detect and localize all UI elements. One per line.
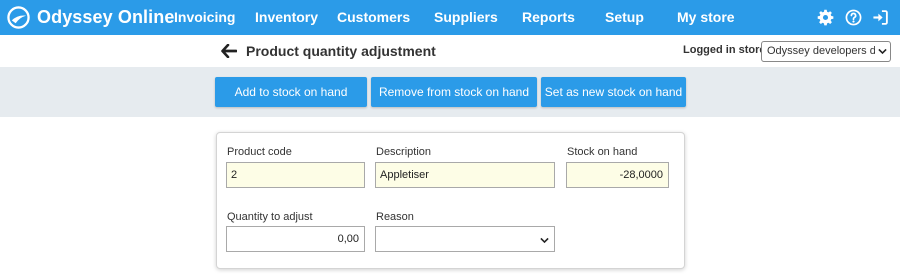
back-arrow-icon[interactable] [221, 44, 237, 58]
help-icon[interactable] [845, 9, 862, 26]
chevron-down-icon [878, 48, 887, 55]
nav-inventory[interactable]: Inventory [255, 9, 318, 25]
action-band: Add to stock on hand Remove from stock o… [0, 67, 900, 117]
remove-from-stock-button[interactable]: Remove from stock on hand [371, 77, 537, 107]
description-label: Description [376, 146, 432, 158]
chevron-down-icon [540, 237, 549, 244]
nav-suppliers[interactable]: Suppliers [434, 9, 498, 25]
store-select[interactable]: Odyssey developers demo [761, 41, 891, 62]
nav-my-store[interactable]: My store [677, 9, 735, 25]
brand[interactable]: Odyssey Online [7, 6, 174, 29]
logged-in-store-label: Logged in store [683, 44, 766, 56]
reason-select[interactable] [375, 226, 555, 252]
stock-on-hand-field[interactable]: -28,0000 [566, 162, 669, 188]
nav-invoicing[interactable]: Invoicing [174, 9, 235, 25]
reason-label: Reason [376, 211, 414, 223]
sign-in-icon[interactable] [872, 9, 889, 26]
page-title: Product quantity adjustment [246, 43, 436, 59]
quantity-to-adjust-label: Quantity to adjust [227, 211, 313, 223]
store-select-value: Odyssey developers demo [767, 45, 875, 57]
product-code-label: Product code [227, 146, 292, 158]
adjustment-form-card: Product code 2 Description Appletiser St… [216, 132, 685, 269]
title-bar: Product quantity adjustment Logged in st… [0, 35, 900, 67]
stock-on-hand-label: Stock on hand [567, 146, 638, 158]
nav-reports[interactable]: Reports [522, 9, 575, 25]
gear-icon[interactable] [817, 9, 834, 26]
add-to-stock-button[interactable]: Add to stock on hand [215, 77, 367, 107]
top-nav-bar: Odyssey Online Invoicing Inventory Custo… [0, 0, 900, 35]
quantity-to-adjust-field[interactable]: 0,00 [226, 226, 365, 252]
nav-customers[interactable]: Customers [337, 9, 410, 25]
description-field[interactable]: Appletiser [375, 162, 555, 188]
nav-setup[interactable]: Setup [605, 9, 644, 25]
app-name: Odyssey Online [37, 7, 175, 27]
set-new-stock-button[interactable]: Set as new stock on hand [541, 77, 686, 107]
odyssey-logo-icon [7, 6, 30, 29]
product-code-field[interactable]: 2 [226, 162, 365, 188]
